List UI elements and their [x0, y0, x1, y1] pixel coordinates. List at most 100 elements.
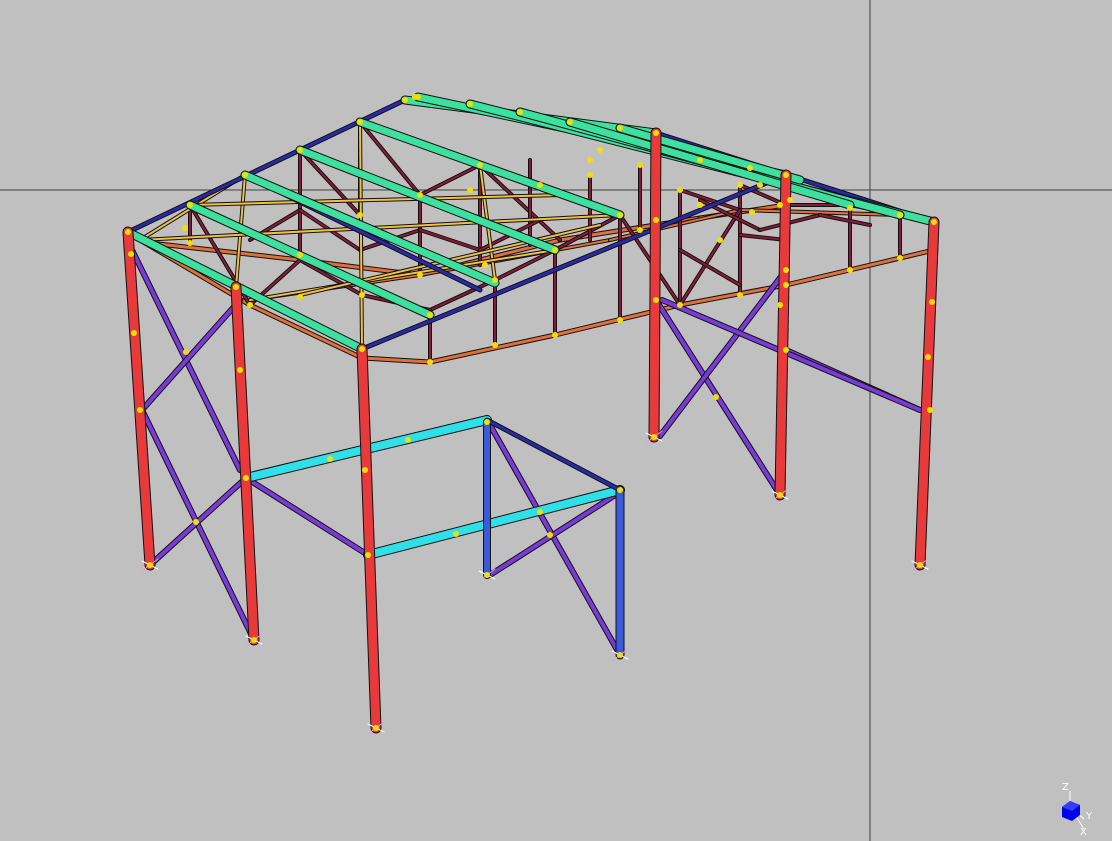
node-point [467, 187, 473, 193]
node-point [637, 162, 643, 168]
node-point [362, 467, 368, 473]
node-point [247, 302, 253, 308]
node-point [617, 652, 623, 658]
bottom-chord [428, 333, 557, 364]
node-point [587, 172, 593, 178]
bottom-chord [360, 356, 432, 364]
node-point [484, 572, 490, 578]
node-point [427, 359, 433, 365]
node-point [183, 349, 189, 355]
node-point [297, 294, 303, 300]
node-point [237, 367, 243, 373]
node-point [737, 292, 743, 298]
node-point [187, 202, 193, 208]
wall-brace [660, 298, 922, 412]
node-point [697, 202, 703, 208]
node-point [713, 394, 719, 400]
node-point [365, 552, 371, 558]
structure-model[interactable] [0, 0, 1112, 841]
node-point [187, 240, 193, 246]
node-point [147, 562, 153, 568]
purlin [186, 201, 434, 319]
node-point [417, 192, 423, 198]
node-point [929, 299, 935, 305]
node-point [193, 519, 199, 525]
node-point [359, 346, 365, 352]
node-point [897, 212, 903, 218]
node-point [783, 347, 789, 353]
y-axis-label: Y [1085, 811, 1093, 822]
node-point [783, 282, 789, 288]
node-point [847, 205, 853, 211]
node-point [637, 227, 643, 233]
node-point [777, 492, 783, 498]
node-point [653, 297, 659, 303]
purlin [566, 118, 854, 209]
node-point [651, 434, 657, 440]
node-point [783, 172, 789, 178]
node-point [587, 157, 593, 163]
node-point [847, 267, 853, 273]
bottom-chord [609, 209, 741, 241]
node-point [125, 229, 131, 235]
bottom-chord [248, 303, 364, 360]
node-point [677, 302, 683, 308]
node-point [243, 475, 249, 481]
node-point [357, 119, 363, 125]
node-point [757, 182, 763, 188]
node-point [233, 284, 239, 290]
node-point [492, 342, 498, 348]
node-point [405, 437, 411, 443]
node-point [777, 202, 783, 208]
node-point [653, 217, 659, 223]
node-point [537, 182, 543, 188]
node-point [597, 147, 603, 153]
wall-brace [488, 423, 622, 657]
bottom-chord [784, 248, 936, 287]
node-point [697, 157, 703, 163]
node-point [552, 247, 558, 253]
node-point [787, 197, 793, 203]
node-point [482, 262, 488, 268]
node-point [251, 637, 257, 643]
truss-web [419, 229, 481, 251]
node-point [931, 219, 937, 225]
node-point [417, 272, 423, 278]
roof-tie [189, 194, 561, 206]
node-point [677, 187, 683, 193]
node-point [182, 225, 188, 231]
node-point [517, 109, 523, 115]
x-axis-label: X [1080, 827, 1087, 838]
node-point [427, 312, 433, 318]
node-point [402, 97, 408, 103]
node-point [917, 562, 923, 568]
mezzanine-beam [364, 486, 624, 559]
node-point [749, 209, 755, 215]
wall-brace [140, 298, 242, 412]
model-viewport[interactable]: Z Y X [0, 0, 1112, 841]
node-point [359, 292, 365, 298]
node-point [242, 172, 248, 178]
structural-members [122, 92, 940, 735]
column [649, 128, 661, 442]
node-point [297, 252, 303, 258]
node-point [547, 532, 553, 538]
node-point [617, 212, 623, 218]
node-point [552, 332, 558, 338]
node-point [925, 354, 931, 360]
node-point [617, 125, 623, 131]
wall-brace [244, 476, 370, 557]
node-point [412, 94, 418, 100]
node-point [617, 487, 623, 493]
node-point [467, 101, 473, 107]
node-point [737, 182, 743, 188]
node-point [783, 267, 789, 273]
node-point [128, 251, 134, 257]
node-point [927, 407, 933, 413]
node-point [537, 509, 543, 515]
node-point [373, 725, 379, 731]
purlin [616, 124, 804, 184]
node-point [484, 419, 490, 425]
node-point [357, 212, 363, 218]
node-point [567, 119, 573, 125]
